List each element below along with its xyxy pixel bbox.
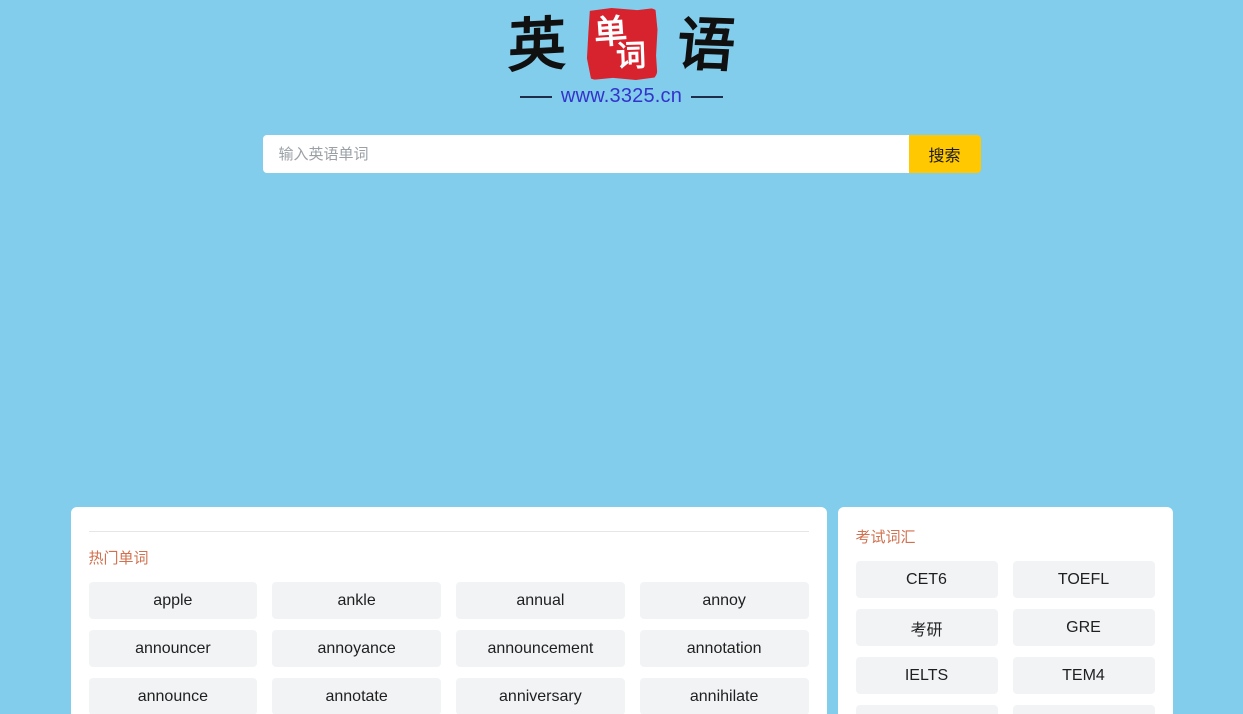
site-url: www.3325.cn <box>560 85 683 107</box>
exam-vocabulary-grid: CET6 TOEFL 考研 GRE IELTS TEM4 <box>855 561 1155 714</box>
exam-tile[interactable]: 考研 <box>855 609 998 646</box>
logo-char-yu: 语 <box>673 10 738 80</box>
search-bar: 搜索 <box>262 135 981 173</box>
word-tile[interactable]: ankle <box>272 582 441 619</box>
word-tile[interactable]: annoy <box>639 582 809 619</box>
site-logo[interactable]: 英 单 词 语 www.3325.cn <box>0 0 1243 108</box>
dash-right-icon <box>691 95 724 98</box>
word-tile[interactable]: annotate <box>272 678 441 714</box>
seal-char-ci: 词 <box>614 38 647 75</box>
exam-tile[interactable]: IELTS <box>855 657 998 694</box>
search-button[interactable]: 搜索 <box>908 135 981 173</box>
exam-tile[interactable]: GRE <box>1012 609 1155 646</box>
word-tile[interactable]: anniversary <box>456 678 625 714</box>
bottom-panels: 热门单词 apple ankle annual annoy announcer … <box>0 507 1243 714</box>
exam-tile[interactable] <box>855 705 998 714</box>
exam-tile[interactable]: TEM4 <box>1012 657 1155 694</box>
hot-words-grid: apple ankle annual annoy announcer annoy… <box>88 582 809 714</box>
word-tile[interactable]: announcer <box>88 630 258 667</box>
logo-characters: 英 单 词 语 <box>508 6 738 84</box>
dash-left-icon <box>519 95 552 98</box>
word-tile[interactable]: annual <box>456 582 625 619</box>
word-tile[interactable]: annihilate <box>639 678 809 714</box>
search-section: 搜索 <box>0 135 1243 173</box>
hot-words-panel: 热门单词 apple ankle annual annoy announcer … <box>70 507 827 714</box>
logo-char-ying: 英 <box>507 9 568 81</box>
word-tile[interactable]: annoyance <box>272 630 441 667</box>
exam-tile[interactable]: TOEFL <box>1012 561 1155 598</box>
exam-tile[interactable]: CET6 <box>855 561 998 598</box>
word-tile[interactable]: annotation <box>639 630 809 667</box>
exam-vocabulary-title: 考试词汇 <box>855 529 916 546</box>
exam-tile[interactable] <box>1012 705 1155 714</box>
word-tile[interactable]: apple <box>88 582 258 619</box>
logo-url-row: www.3325.cn <box>519 85 724 108</box>
panel-divider <box>88 531 809 532</box>
hot-words-title: 热门单词 <box>88 550 149 567</box>
logo-seal-stamp: 单 词 <box>586 8 658 80</box>
search-input[interactable] <box>262 135 909 173</box>
word-tile[interactable]: announcement <box>456 630 625 667</box>
word-tile[interactable]: announce <box>88 678 258 714</box>
exam-vocabulary-panel: 考试词汇 CET6 TOEFL 考研 GRE IELTS TEM4 <box>837 507 1173 714</box>
